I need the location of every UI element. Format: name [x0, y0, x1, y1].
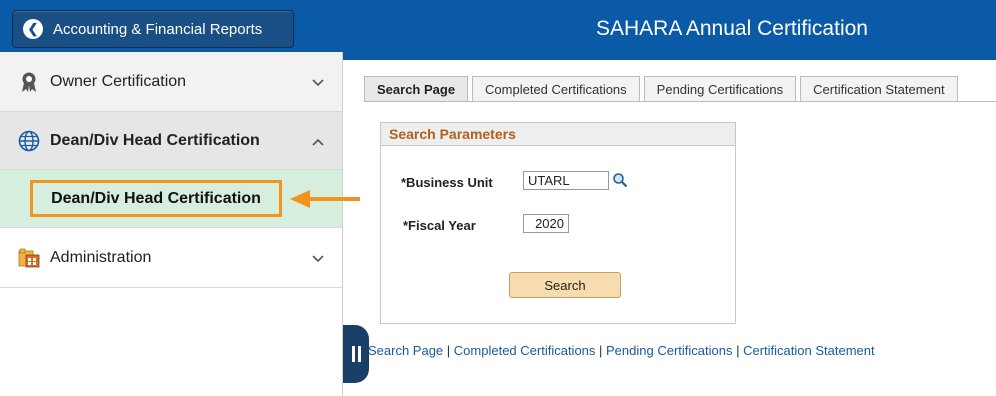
tab-certification-statement[interactable]: Certification Statement — [800, 76, 958, 102]
footer-link-certification-statement[interactable]: Certification Statement — [743, 343, 875, 358]
sidebar-item-label: Owner Certification — [50, 72, 187, 90]
business-unit-input[interactable]: UTARL — [523, 171, 609, 190]
search-button[interactable]: Search — [509, 272, 621, 298]
admin-folder-icon — [18, 247, 40, 269]
link-separator: | — [732, 343, 744, 358]
sidebar: Owner Certification Dean/Div Head Certif… — [0, 52, 360, 396]
back-button[interactable]: ❮ Accounting & Financial Reports — [12, 10, 294, 48]
chevron-down-icon — [312, 250, 324, 266]
footer-links: Search Page | Completed Certifications |… — [368, 343, 875, 358]
tab-search-page[interactable]: Search Page — [364, 76, 469, 102]
back-button-label: Accounting & Financial Reports — [53, 20, 263, 38]
tab-bar: Search Page Completed Certifications Pen… — [364, 76, 962, 102]
footer-link-pending-certifications[interactable]: Pending Certifications — [606, 343, 732, 358]
sidebar-subitem-dean-div-head-certification[interactable]: Dean/Div Head Certification — [30, 180, 282, 217]
tab-pending-certifications[interactable]: Pending Certifications — [643, 76, 797, 102]
fiscal-year-input[interactable]: 2020 — [523, 214, 569, 233]
sidebar-collapse-handle[interactable] — [343, 325, 369, 383]
chevron-down-icon — [312, 74, 324, 90]
page-title: SAHARA Annual Certification — [596, 17, 868, 40]
sidebar-item-owner-certification[interactable]: Owner Certification — [0, 52, 342, 112]
sidebar-item-dean-div-head-certification[interactable]: Dean/Div Head Certification — [0, 112, 342, 170]
chevron-left-icon: ❮ — [23, 19, 43, 39]
search-parameters-panel: Search Parameters *Business Unit UTARL *… — [380, 122, 736, 324]
fiscal-year-label: *Fiscal Year — [403, 218, 476, 233]
footer-link-completed-certifications[interactable]: Completed Certifications — [454, 343, 596, 358]
award-ribbon-icon — [18, 71, 40, 93]
top-header-bar: ❮ Accounting & Financial Reports SAHARA … — [0, 0, 996, 60]
business-unit-label: *Business Unit — [401, 175, 493, 190]
annotation-arrow-icon — [290, 190, 360, 208]
sidebar-item-administration[interactable]: Administration — [0, 228, 342, 288]
globe-icon — [18, 130, 40, 152]
chevron-up-icon — [312, 133, 324, 149]
search-lookup-icon[interactable] — [612, 172, 628, 193]
tab-completed-certifications[interactable]: Completed Certifications — [472, 76, 640, 102]
tab-divider — [364, 101, 996, 102]
search-parameters-heading: Search Parameters — [381, 123, 735, 146]
pause-bars-icon — [351, 346, 361, 362]
link-separator: | — [595, 343, 607, 358]
sidebar-item-label: Administration — [50, 248, 152, 266]
sidebar-item-label: Dean/Div Head Certification — [50, 131, 260, 149]
link-separator: | — [443, 343, 454, 358]
footer-link-search-page[interactable]: Search Page — [368, 343, 443, 358]
